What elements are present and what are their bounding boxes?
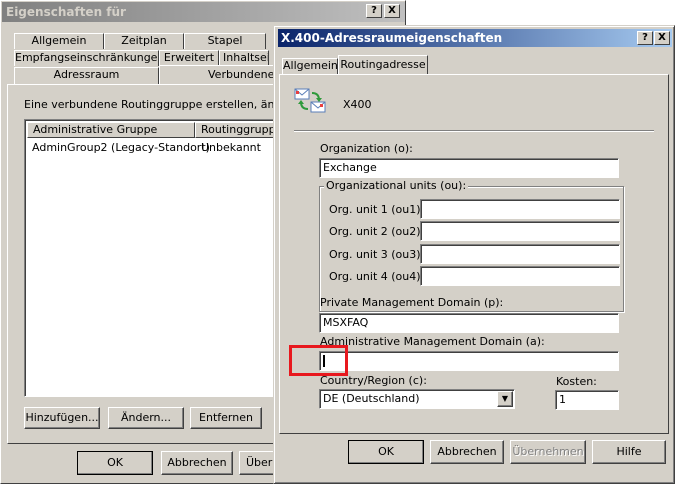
organization-field[interactable]: Exchange [319,158,619,178]
cost-field[interactable]: 1 [555,390,619,410]
ou4-field[interactable] [420,266,620,286]
dialog-tab-allgemein[interactable]: Allgemein [282,58,338,74]
admd-field[interactable] [319,351,619,371]
x400-address-space-dialog: X.400-Adressraumeigenschaften ? X Allgem… [273,25,675,484]
dialog-title: X.400-Adressraumeigenschaften [281,31,503,45]
ou3-label: Org. unit 3 (ou3): [329,248,425,261]
prmd-label: Private Management Domain (p): [320,296,504,309]
dialog-ok-button[interactable]: OK [348,440,424,464]
chevron-down-icon[interactable]: ▼ [497,391,513,407]
dialog-apply-button[interactable]: Übernehmen [510,440,586,464]
add-button[interactable]: Hinzufügen... [24,407,100,429]
organizational-units-label: Organizational units (ou): [324,179,469,192]
prmd-field[interactable]: MSXFAQ [319,313,619,333]
tab-empfangseinschraenkungen[interactable]: Empfangseinschränkungen [14,50,159,66]
list-cell-group[interactable]: AdminGroup2 (Legacy-Standort) [32,141,210,154]
dialog-close-button[interactable]: X [654,31,670,45]
admd-label: Administrative Management Domain (a): [320,335,545,348]
ok-button[interactable]: OK [77,451,153,475]
country-dropdown[interactable]: DE (Deutschland) ▼ [319,389,515,409]
close-button[interactable]: X [384,4,400,18]
separator [294,130,654,132]
edit-button[interactable]: Ändern... [108,407,184,429]
highlight-box [289,345,348,376]
help-button[interactable]: ? [366,4,382,18]
address-type-label: X400 [343,98,372,111]
dialog-help-footer-button[interactable]: Hilfe [592,440,666,464]
ou3-field[interactable] [420,244,620,264]
dialog-title-bar[interactable]: X.400-Adressraumeigenschaften ? X [278,29,672,47]
ou2-field[interactable] [420,221,620,241]
routing-group-list[interactable]: Administrative Gruppe Routinggruppe Admi… [24,119,285,397]
ou2-label: Org. unit 2 (ou2): [329,225,425,238]
tab-adressraum[interactable]: Adressraum [14,67,159,84]
cancel-button[interactable]: Abbrechen [161,451,233,475]
tab-stapel[interactable]: Stapel [184,33,266,49]
cost-label: Kosten: [556,375,597,388]
tab-inhaltseinschraenkungen[interactable]: Inhaltseins [219,50,269,66]
column-header-routing-group[interactable]: Routinggruppe [195,122,285,138]
background-window-title: Eigenschaften für [6,5,126,19]
dialog-cancel-button[interactable]: Abbrechen [430,440,504,464]
list-cell-routing[interactable]: Unbekannt [201,141,261,154]
ou1-label: Org. unit 1 (ou1): [329,203,425,216]
tab-verbundene-routinggruppen[interactable]: Verbundene I [159,65,274,84]
remove-button[interactable]: Entfernen [190,407,262,429]
column-header-admin-group[interactable]: Administrative Gruppe [27,122,195,138]
country-value: DE (Deutschland) [323,392,420,405]
dialog-help-button[interactable]: ? [637,31,653,45]
tab-allgemein[interactable]: Allgemein [14,33,104,49]
tab-zeitplan[interactable]: Zeitplan [104,33,184,49]
x400-address-icon [294,86,328,116]
ou4-label: Org. unit 4 (ou4): [329,270,425,283]
organization-label: Organization (o): [320,142,413,155]
dialog-tab-routingadresse[interactable]: Routingadresse [338,55,428,75]
ou1-field[interactable] [420,199,620,219]
tab-erweitert[interactable]: Erweitert [159,50,219,66]
background-title-bar[interactable]: Eigenschaften für ? X [2,2,405,22]
